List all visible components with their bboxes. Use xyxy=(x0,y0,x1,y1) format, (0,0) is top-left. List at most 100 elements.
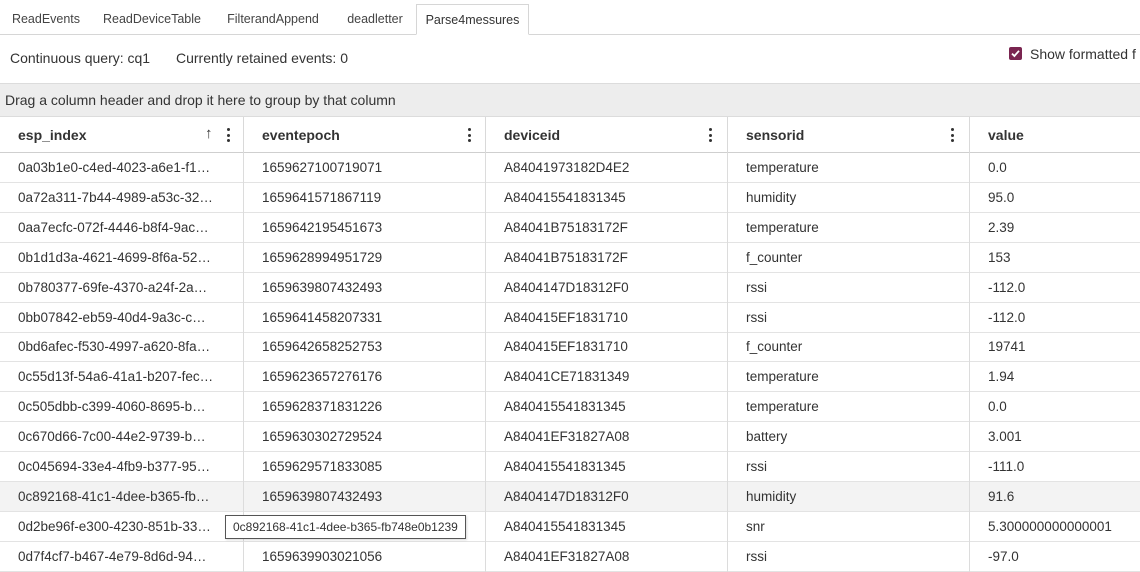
table-row[interactable]: 0a72a311-7b44-4989-a53c-32… 1659641571867… xyxy=(0,182,1140,213)
cell-deviceid[interactable]: A840415541831345 xyxy=(486,511,728,542)
cell-esp-index[interactable]: 0a03b1e0-c4ed-4023-a6e1-f1… xyxy=(0,153,244,183)
table-row[interactable]: 0b1d1d3a-4621-4699-8f6a-52… 1659628994951… xyxy=(0,242,1140,273)
cell-sensorid[interactable]: rssi xyxy=(728,272,970,303)
table-row[interactable]: 0c045694-33e4-4fb9-b377-95… 1659629571833… xyxy=(0,452,1140,482)
tab-filterandappend[interactable]: FilterandAppend xyxy=(212,4,334,34)
show-formatted-checkbox[interactable] xyxy=(1009,47,1022,60)
cell-sensorid[interactable]: humidity xyxy=(728,481,970,512)
table-row[interactable]: 0c670d66-7c00-44e2-9739-b… 16596303027295… xyxy=(0,422,1140,453)
cell-deviceid[interactable]: A8404147D18312F0 xyxy=(486,481,728,512)
cell-eventepoch[interactable]: 1659642195451673 xyxy=(244,212,486,243)
cell-eventepoch[interactable]: 1659627100719071 xyxy=(244,153,486,183)
cell-eventepoch[interactable]: 1659639807432493 xyxy=(244,272,486,303)
column-header-value[interactable]: value xyxy=(970,117,1140,153)
sort-ascending-icon[interactable]: ↑ xyxy=(205,126,213,142)
cell-eventepoch[interactable]: 1659642658252753 xyxy=(244,332,486,363)
cell-eventepoch[interactable]: 1659628994951729 xyxy=(244,242,486,273)
cell-eventepoch[interactable]: 1659623657276176 xyxy=(244,362,486,393)
column-header-eventepoch[interactable]: eventepoch xyxy=(244,117,486,153)
cell-sensorid[interactable]: temperature xyxy=(728,153,970,183)
tab-readevents[interactable]: ReadEvents xyxy=(0,4,92,34)
cell-value[interactable]: 3.001 xyxy=(970,422,1140,452)
cell-value[interactable]: -97.0 xyxy=(970,542,1140,572)
cell-deviceid[interactable]: A840415541831345 xyxy=(486,452,728,482)
cell-value[interactable]: 2.39 xyxy=(970,213,1140,243)
cell-sensorid[interactable]: temperature xyxy=(728,392,970,423)
cell-esp-index[interactable]: 0d7f4cf7-b467-4e79-8d6d-94… xyxy=(0,541,244,572)
cell-deviceid[interactable]: A840415541831345 xyxy=(486,182,728,213)
cell-eventepoch[interactable]: 1659639903021056 xyxy=(244,541,486,572)
cell-deviceid[interactable]: A84041973182D4E2 xyxy=(486,153,728,183)
cell-value[interactable]: 95.0 xyxy=(970,183,1140,213)
table-row[interactable]: 0a03b1e0-c4ed-4023-a6e1-f1… 1659627100719… xyxy=(0,153,1140,183)
table-row[interactable]: 0d7f4cf7-b467-4e79-8d6d-94… 1659639903021… xyxy=(0,541,1140,572)
cell-esp-index[interactable]: 0c892168-41c1-4dee-b365-fb… xyxy=(0,481,244,512)
cell-deviceid[interactable]: A8404147D18312F0 xyxy=(486,272,728,303)
cell-eventepoch[interactable]: 1659639807432493 xyxy=(244,481,486,512)
tab-parse4messures[interactable]: Parse4messures xyxy=(416,4,529,35)
cell-deviceid[interactable]: A840415541831345 xyxy=(486,392,728,423)
cell-esp-index[interactable]: 0c55d13f-54a6-41a1-b207-fec… xyxy=(0,362,244,393)
cell-deviceid[interactable]: A84041EF31827A08 xyxy=(486,541,728,572)
table-row[interactable]: 0c892168-41c1-4dee-b365-fb… 1659639807432… xyxy=(0,481,1140,512)
cell-esp-index[interactable]: 0bd6afec-f530-4997-a620-8fa… xyxy=(0,332,244,363)
table-row[interactable]: 0aa7ecfc-072f-4446-b8f4-9ac… 165964219545… xyxy=(0,212,1140,243)
tab-readdevicetable[interactable]: ReadDeviceTable xyxy=(92,4,212,34)
cell-value[interactable]: -111.0 xyxy=(970,452,1140,482)
cell-eventepoch[interactable]: 1659630302729524 xyxy=(244,422,486,453)
cell-eventepoch[interactable]: 1659641571867119 xyxy=(244,182,486,213)
cell-sensorid[interactable]: temperature xyxy=(728,362,970,393)
cell-esp-index[interactable]: 0c045694-33e4-4fb9-b377-95… xyxy=(0,452,244,482)
cell-sensorid[interactable]: temperature xyxy=(728,212,970,243)
cell-value[interactable]: 0.0 xyxy=(970,153,1140,183)
column-menu-icon[interactable] xyxy=(709,128,712,142)
show-formatted-label[interactable]: Show formatted f xyxy=(1030,46,1136,62)
cell-esp-index[interactable]: 0d2be96f-e300-4230-851b-33… xyxy=(0,511,244,542)
cell-esp-index[interactable]: 0aa7ecfc-072f-4446-b8f4-9ac… xyxy=(0,212,244,243)
column-menu-icon[interactable] xyxy=(951,128,954,142)
cell-value[interactable]: 91.6 xyxy=(970,482,1140,512)
cell-value[interactable]: 1.94 xyxy=(970,362,1140,392)
cell-sensorid[interactable]: snr xyxy=(728,511,970,542)
cell-eventepoch[interactable]: 1659641458207331 xyxy=(244,302,486,333)
cell-esp-index[interactable]: 0b780377-69fe-4370-a24f-2a… xyxy=(0,272,244,303)
table-row[interactable]: 0c55d13f-54a6-41a1-b207-fec… 165962365727… xyxy=(0,362,1140,393)
cell-deviceid[interactable]: A84041B75183172F xyxy=(486,212,728,243)
cell-sensorid[interactable]: humidity xyxy=(728,182,970,213)
cell-esp-index[interactable]: 0c505dbb-c399-4060-8695-b… xyxy=(0,392,244,423)
cell-sensorid[interactable]: battery xyxy=(728,422,970,453)
cell-deviceid[interactable]: A84041B75183172F xyxy=(486,242,728,273)
cell-esp-index[interactable]: 0a72a311-7b44-4989-a53c-32… xyxy=(0,182,244,213)
cell-sensorid[interactable]: f_counter xyxy=(728,332,970,363)
cell-eventepoch[interactable]: 1659629571833085 xyxy=(244,452,486,482)
cell-deviceid[interactable]: A840415EF1831710 xyxy=(486,332,728,363)
cell-value[interactable]: 19741 xyxy=(970,332,1140,362)
cell-sensorid[interactable]: rssi xyxy=(728,452,970,482)
cell-eventepoch[interactable]: 1659628371831226 xyxy=(244,392,486,423)
column-header-deviceid[interactable]: deviceid xyxy=(486,117,728,153)
column-menu-icon[interactable] xyxy=(468,128,471,142)
table-row[interactable]: 0d2be96f-e300-4230-851b-33…1659640080512… xyxy=(0,511,1140,542)
cell-value[interactable]: -112.0 xyxy=(970,273,1140,303)
tab-deadletter[interactable]: deadletter xyxy=(334,4,416,34)
cell-deviceid[interactable]: A840415EF1831710 xyxy=(486,302,728,333)
column-header-sensorid[interactable]: sensorid xyxy=(728,117,970,153)
cell-value[interactable]: 153 xyxy=(970,243,1140,273)
table-row[interactable]: 0bb07842-eb59-40d4-9a3c-c… 16596414582073… xyxy=(0,302,1140,333)
cell-value[interactable]: 0.0 xyxy=(970,392,1140,422)
table-row[interactable]: 0b780377-69fe-4370-a24f-2a… 1659639807432… xyxy=(0,272,1140,303)
table-row[interactable]: 0c505dbb-c399-4060-8695-b… 16596283718312… xyxy=(0,392,1140,423)
cell-esp-index[interactable]: 0bb07842-eb59-40d4-9a3c-c… xyxy=(0,302,244,333)
cell-sensorid[interactable]: rssi xyxy=(728,302,970,333)
table-row[interactable]: 0bd6afec-f530-4997-a620-8fa… 165964265825… xyxy=(0,332,1140,363)
cell-sensorid[interactable]: f_counter xyxy=(728,242,970,273)
cell-esp-index[interactable]: 0c670d66-7c00-44e2-9739-b… xyxy=(0,422,244,453)
column-menu-icon[interactable] xyxy=(227,128,230,142)
cell-deviceid[interactable]: A84041EF31827A08 xyxy=(486,422,728,453)
cell-deviceid[interactable]: A84041CE71831349 xyxy=(486,362,728,393)
cell-value[interactable]: -112.0 xyxy=(970,303,1140,333)
column-header-esp-index[interactable]: esp_index ↑ xyxy=(0,117,244,153)
cell-value[interactable]: 5.300000000000001 xyxy=(970,512,1140,542)
cell-sensorid[interactable]: rssi xyxy=(728,541,970,572)
group-by-drop-zone[interactable]: Drag a column header and drop it here to… xyxy=(0,83,1140,117)
